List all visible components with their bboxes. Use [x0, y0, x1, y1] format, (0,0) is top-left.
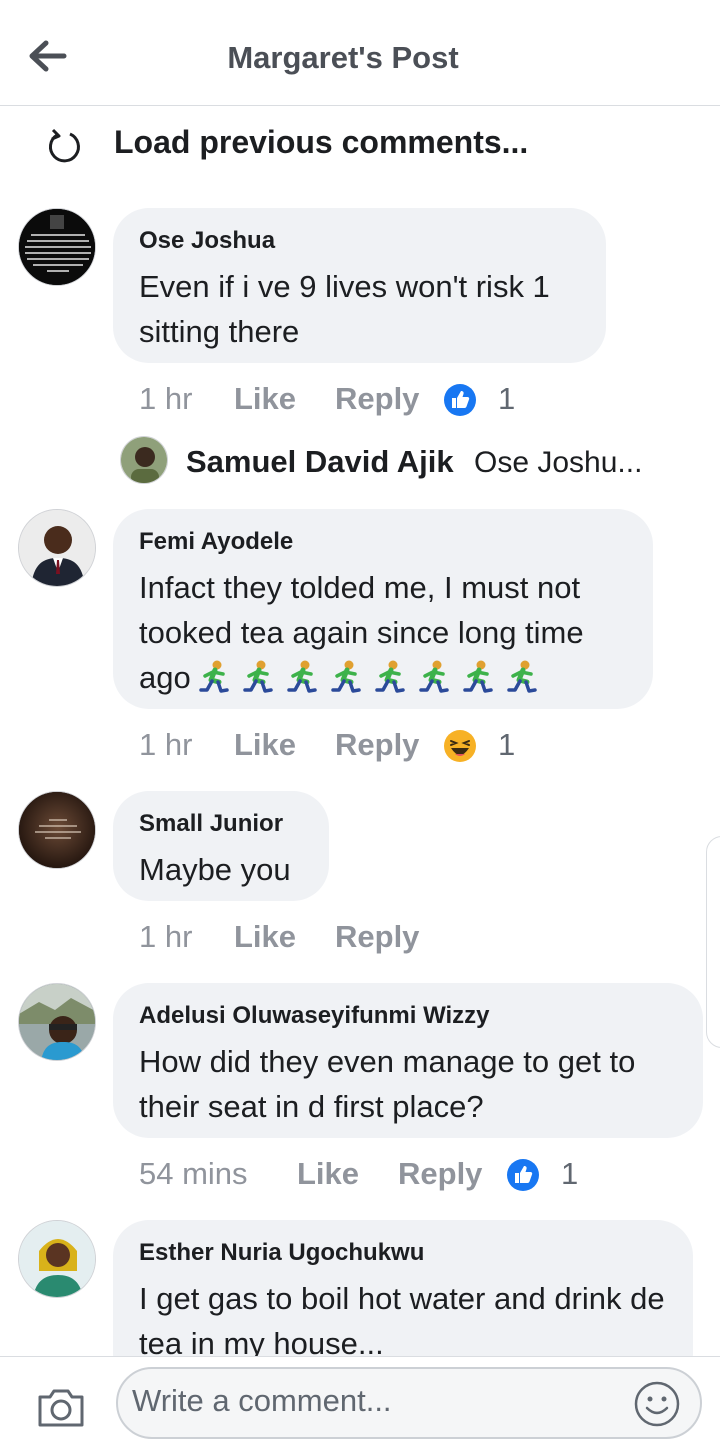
avatar-image: [19, 792, 95, 868]
running-person-emoji: [198, 660, 537, 693]
running-person-emoji: [374, 660, 405, 693]
like-button[interactable]: Like: [297, 1156, 359, 1192]
commenter-name[interactable]: Adelusi Oluwaseyifunmi Wizzy: [139, 1001, 677, 1031]
like-button[interactable]: Like: [234, 727, 296, 763]
comment-bubble[interactable]: Ose Joshua Even if i ve 9 lives won't ri…: [113, 208, 606, 363]
comment-text: I get gas to boil hot water and drink de…: [139, 1281, 665, 1361]
avatar-image: [19, 209, 95, 285]
reaction-count: 1: [498, 381, 516, 416]
avatar[interactable]: [18, 509, 96, 587]
running-person-emoji: [462, 660, 493, 693]
comment-time: 54 mins: [139, 1156, 248, 1191]
refresh-icon: [49, 128, 80, 163]
running-person-emoji: [418, 660, 449, 693]
page-title: Margaret's Post: [227, 40, 459, 75]
haha-reaction-icon[interactable]: [443, 729, 477, 763]
avatar-image: [19, 510, 95, 586]
like-button[interactable]: Like: [234, 919, 296, 955]
smiley-icon[interactable]: [634, 1381, 680, 1427]
comment-input-placeholder: Write a comment...: [132, 1383, 392, 1418]
camera-icon[interactable]: [36, 1385, 86, 1429]
comment-time: 1 hr: [139, 919, 193, 954]
running-person-emoji: [330, 660, 361, 693]
avatar[interactable]: [18, 983, 96, 1061]
commenter-name[interactable]: Ose Joshua: [139, 226, 580, 256]
top-bar: Margaret's Post: [0, 0, 720, 106]
commenter-name[interactable]: Esther Nuria Ugochukwu: [139, 1238, 667, 1268]
running-person-emoji: [242, 660, 273, 693]
comment-input[interactable]: Write a comment...: [116, 1367, 702, 1439]
reply-preview[interactable]: Samuel David Ajik Ose Joshu...: [120, 436, 710, 486]
running-person-emoji: [506, 660, 537, 693]
avatar-image: [121, 437, 167, 483]
load-previous-comments[interactable]: Load previous comments...: [0, 106, 720, 186]
comment-text: Infact they tolded me, I must not tooked…: [139, 565, 627, 706]
load-previous-label: Load previous comments...: [114, 124, 529, 160]
comment-text: Maybe you: [139, 852, 291, 887]
comment-actions: 1 hr Like Reply 1: [139, 727, 639, 767]
reaction-count: 1: [561, 1156, 579, 1191]
comment-text: Even if i ve 9 lives won't risk 1 sittin…: [139, 269, 550, 349]
comment-time: 1 hr: [139, 381, 193, 416]
comment-bubble[interactable]: Femi Ayodele Infact they tolded me, I mu…: [113, 509, 653, 709]
running-person-emoji: [198, 660, 229, 693]
running-person-emoji-group: [197, 660, 547, 706]
commenter-name[interactable]: Small Junior: [139, 809, 303, 839]
commenter-name[interactable]: Femi Ayodele: [139, 527, 627, 557]
like-reaction-icon[interactable]: [443, 383, 477, 417]
reply-button[interactable]: Reply: [335, 727, 419, 763]
avatar-image: [19, 1221, 95, 1297]
reply-button[interactable]: Reply: [398, 1156, 482, 1192]
reply-author-name: Samuel David Ajik: [186, 444, 454, 479]
avatar[interactable]: [18, 208, 96, 286]
comment-bubble[interactable]: Small Junior Maybe you: [113, 791, 329, 901]
comment-actions: 1 hr Like Reply: [139, 919, 539, 959]
comment-composer: Write a comment...: [0, 1356, 720, 1442]
like-reaction-icon[interactable]: [506, 1158, 540, 1192]
like-button[interactable]: Like: [234, 381, 296, 417]
avatar[interactable]: [18, 791, 96, 869]
avatar-image: [19, 984, 95, 1060]
comment-actions: 1 hr Like Reply 1: [139, 381, 639, 421]
comment-bubble[interactable]: Adelusi Oluwaseyifunmi Wizzy How did the…: [113, 983, 703, 1138]
running-person-emoji: [286, 660, 317, 693]
reaction-count: 1: [498, 727, 516, 762]
side-panel-edge: [706, 836, 720, 1048]
reply-button[interactable]: Reply: [335, 381, 419, 417]
comment-text: How did they even manage to get to their…: [139, 1044, 636, 1124]
comment-time: 1 hr: [139, 727, 193, 762]
avatar[interactable]: [18, 1220, 96, 1298]
reply-button[interactable]: Reply: [335, 919, 419, 955]
comment-actions: 54 mins Like Reply 1: [139, 1156, 699, 1196]
reply-preview-text: Ose Joshu...: [474, 446, 643, 479]
avatar[interactable]: [120, 436, 168, 484]
